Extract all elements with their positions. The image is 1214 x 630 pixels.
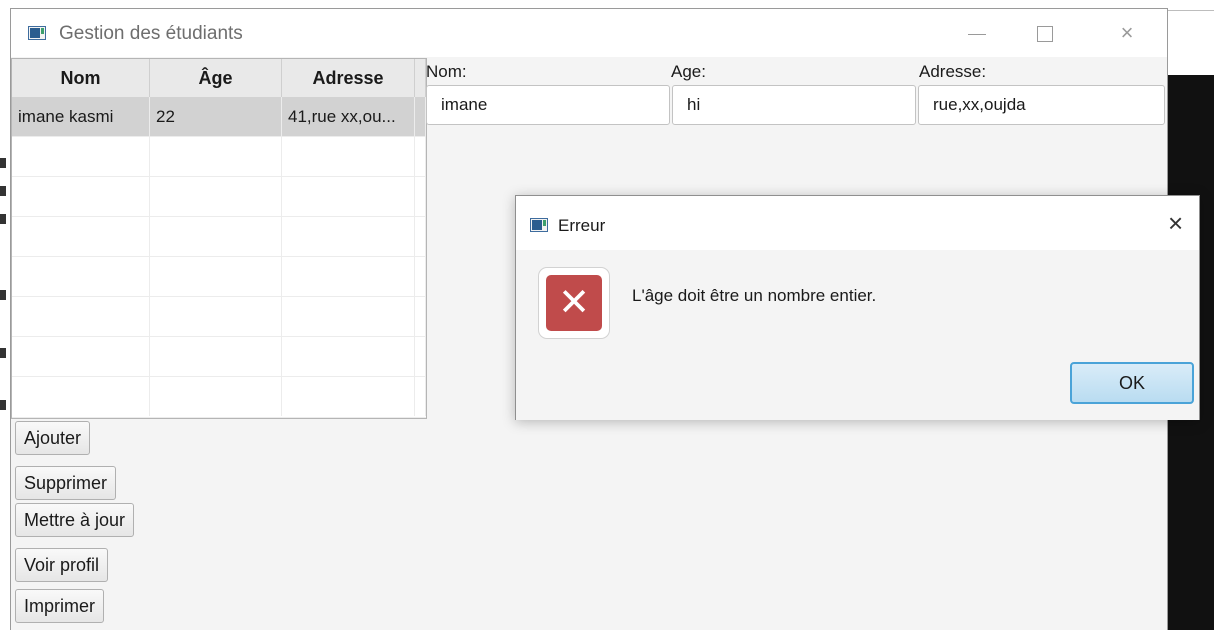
empty-table-row[interactable] [12,257,426,297]
adresse-field[interactable]: rue,xx,oujda [918,85,1165,125]
students-table[interactable]: Nom Âge Adresse imane kasmi 22 41,rue xx… [11,58,427,419]
empty-cell [12,337,150,376]
maximize-icon [1037,26,1053,43]
empty-cell [282,337,415,376]
nom-field[interactable]: imane [426,85,670,125]
empty-cell [12,177,150,216]
empty-cell [415,137,426,176]
print-button[interactable]: Imprimer [15,589,104,623]
column-header-nom[interactable]: Nom [12,59,150,97]
empty-cell [12,297,150,336]
java-app-icon [530,218,548,232]
close-icon: × [1120,20,1134,45]
empty-cell [282,217,415,256]
empty-table-row[interactable] [12,137,426,177]
add-button[interactable]: Ajouter [15,421,91,455]
empty-cell [282,177,415,216]
empty-cell [415,257,426,296]
view-profile-button[interactable]: Voir profil [15,548,109,582]
minimize-button[interactable] [954,13,1000,53]
table-row[interactable]: imane kasmi 22 41,rue xx,ou... [12,97,426,137]
empty-cell [415,297,426,336]
empty-cell [150,217,282,256]
dialog-title-bar[interactable]: Erreur × [516,196,1199,250]
cell-age: 22 [150,97,282,136]
empty-cell [12,257,150,296]
maximize-button[interactable] [1022,13,1068,53]
error-icon-frame: ✕ [538,267,610,339]
empty-cell [282,257,415,296]
empty-cell [150,337,282,376]
error-dialog: Erreur × ✕ L'âge doit être un nombre ent… [515,195,1200,420]
empty-cell [150,297,282,336]
empty-cell [282,297,415,336]
desktop-background-right-white [1168,11,1214,75]
cell-adresse: 41,rue xx,ou... [282,97,415,136]
adresse-label: Adresse: [919,62,987,81]
age-field[interactable]: hi [672,85,916,125]
close-button[interactable]: × [1104,13,1150,53]
column-header-filler [415,59,426,97]
desktop-background-left [0,0,10,630]
empty-cell [150,177,282,216]
empty-cell [150,257,282,296]
empty-cell [282,137,415,176]
empty-table-row[interactable] [12,297,426,337]
empty-table-row[interactable] [12,217,426,257]
nom-label: Nom: [426,62,467,81]
empty-cell [282,377,415,416]
empty-table-row[interactable] [12,337,426,377]
cell-filler [415,97,426,136]
cell-nom: imane kasmi [12,97,150,136]
empty-cell [12,377,150,416]
delete-button[interactable]: Supprimer [15,466,117,500]
column-header-age[interactable]: Âge [150,59,282,97]
update-button[interactable]: Mettre à jour [15,503,135,537]
dialog-close-icon[interactable]: × [1168,210,1183,236]
error-icon: ✕ [546,275,602,331]
java-app-icon [28,26,46,40]
desktop-background-right [1168,0,1214,10]
dialog-message: L'âge doit être un nombre entier. [632,286,877,305]
dialog-title: Erreur [558,216,606,235]
title-bar[interactable]: Gestion des étudiants × [11,9,1167,57]
table-header: Nom Âge Adresse [12,59,426,98]
empty-cell [415,377,426,416]
window-title: Gestion des étudiants [59,23,243,44]
minimize-icon [968,33,986,35]
empty-cell [150,377,282,416]
empty-cell [415,337,426,376]
empty-cell [415,177,426,216]
empty-cell [415,217,426,256]
empty-table-row[interactable] [12,177,426,217]
empty-table-row[interactable] [12,377,426,418]
empty-cell [12,217,150,256]
empty-cell [150,137,282,176]
empty-cell [12,137,150,176]
ok-button[interactable]: OK [1070,362,1194,404]
dialog-body: ✕ L'âge doit être un nombre entier. OK [516,250,1199,420]
age-label: Age: [671,62,706,81]
column-header-adresse[interactable]: Adresse [282,59,415,97]
